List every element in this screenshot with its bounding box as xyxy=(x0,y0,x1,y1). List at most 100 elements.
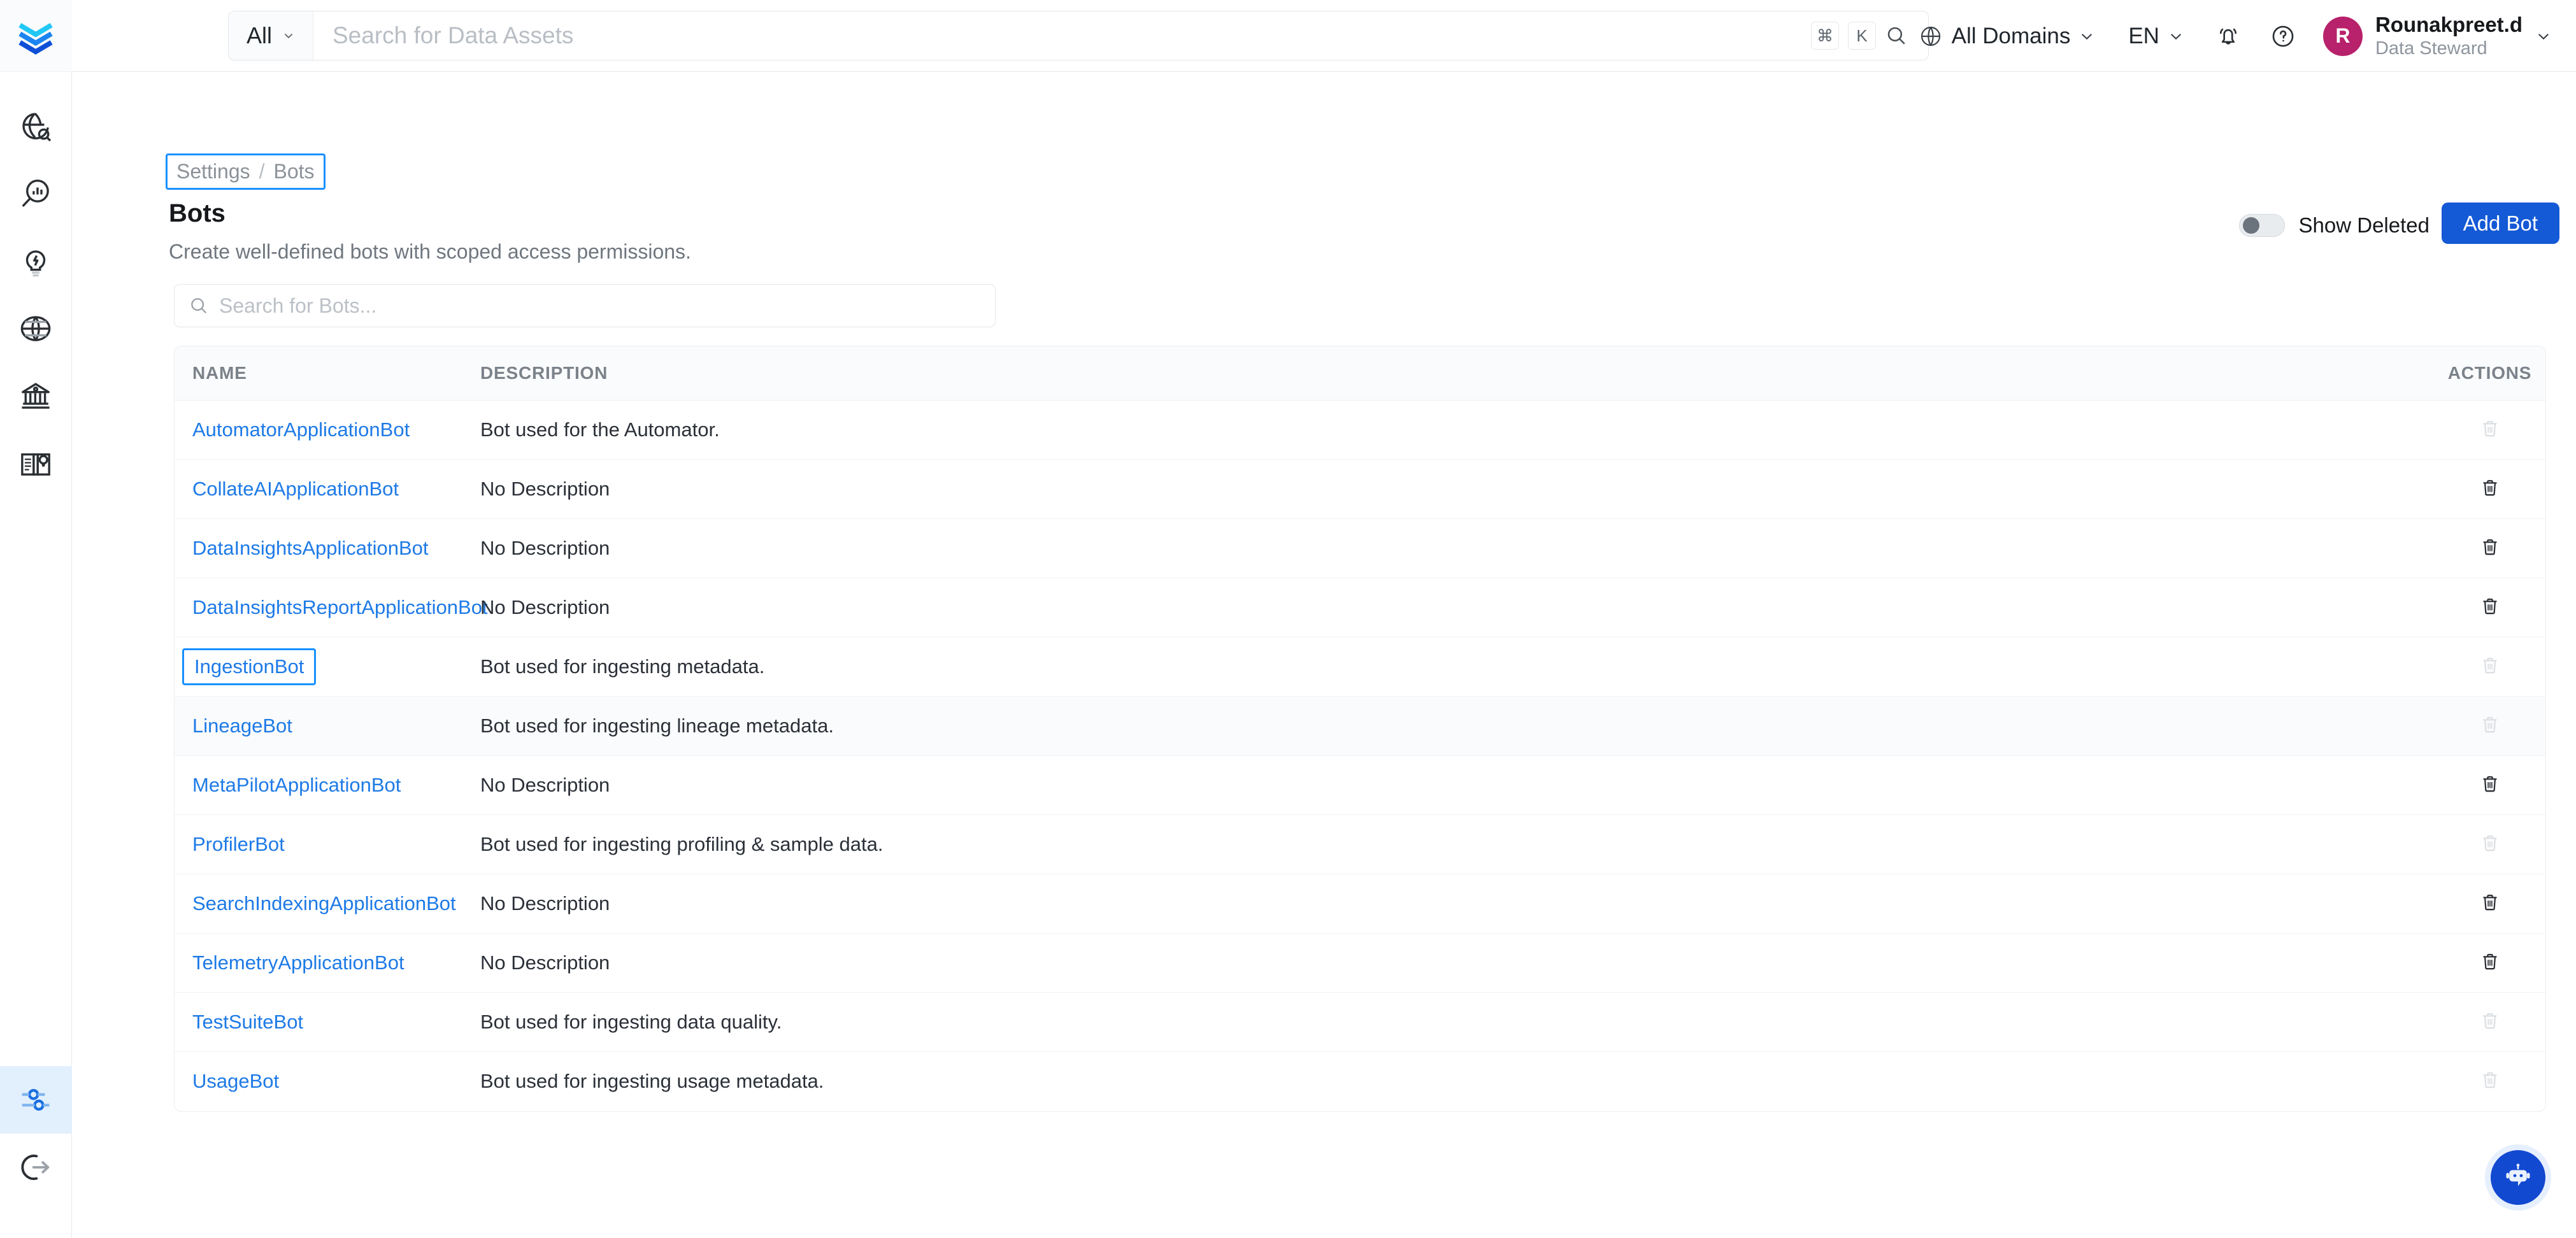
bot-name-link[interactable]: TelemetryApplicationBot xyxy=(192,951,404,974)
table-row[interactable]: LineageBot Bot used for ingesting lineage… xyxy=(175,697,2545,756)
bot-name-link[interactable]: SearchIndexingApplicationBot xyxy=(192,892,456,915)
cell-name: ProfilerBot xyxy=(175,815,480,874)
table-row[interactable]: DataInsightsApplicationBotNo Description xyxy=(175,519,2545,578)
cell-name: MetaPilotApplicationBot xyxy=(175,756,480,815)
cell-description: Bot used for ingesting lineage metadata. xyxy=(480,697,2434,756)
table-row[interactable]: DataInsightsReportApplicationBotNo Descr… xyxy=(175,578,2545,637)
chevron-down-icon xyxy=(2168,28,2184,45)
cell-name: CollateAIApplicationBot xyxy=(175,460,480,519)
table-row[interactable]: ProfilerBot Bot used for ingesting profil… xyxy=(175,815,2545,874)
show-deleted-toggle[interactable] xyxy=(2239,214,2285,237)
help-button[interactable] xyxy=(2256,0,2310,72)
language-selector[interactable]: EN xyxy=(2112,0,2201,72)
cell-description: No Description xyxy=(480,756,2434,815)
delete-bot-button xyxy=(2479,1010,2501,1032)
notifications-button[interactable] xyxy=(2201,0,2256,72)
chevron-down-icon xyxy=(282,29,295,42)
trash-icon xyxy=(2479,1069,2501,1091)
toggle-knob xyxy=(2243,217,2259,234)
cell-actions xyxy=(2434,993,2545,1052)
add-bot-button[interactable]: Add Bot xyxy=(2442,203,2559,244)
delete-bot-button[interactable] xyxy=(2479,773,2501,795)
cell-actions xyxy=(2434,519,2545,578)
cell-actions xyxy=(2434,578,2545,637)
bot-name-link[interactable]: UsageBot xyxy=(192,1070,279,1093)
sidebar-item-explore[interactable] xyxy=(0,92,72,160)
cell-actions xyxy=(2434,460,2545,519)
delete-bot-button xyxy=(2479,1069,2501,1091)
delete-bot-button[interactable] xyxy=(2479,892,2501,913)
left-sidebar xyxy=(0,0,72,1238)
bot-name-link[interactable]: DataInsightsReportApplicationBot xyxy=(192,596,488,619)
sidebar-item-glossary[interactable] xyxy=(0,430,72,497)
bell-icon xyxy=(2215,23,2242,50)
table-header-row: NAME DESCRIPTION ACTIONS xyxy=(175,346,2545,401)
magnifier-chart-icon xyxy=(18,176,53,211)
sidebar-item-insights[interactable] xyxy=(0,160,72,227)
app-root: All ⌘ K All Domains xyxy=(0,0,2576,1238)
bot-name-link[interactable]: DataInsightsApplicationBot xyxy=(192,537,429,560)
cell-name: UsageBot xyxy=(175,1052,480,1111)
app-logo[interactable] xyxy=(0,0,72,72)
delete-bot-button xyxy=(2479,418,2501,439)
bot-name-link[interactable]: CollateAIApplicationBot xyxy=(192,478,399,501)
domain-selector[interactable]: All Domains xyxy=(1901,0,2112,72)
question-circle-icon xyxy=(2270,23,2296,50)
bot-name-link[interactable]: MetaPilotApplicationBot xyxy=(192,774,401,797)
user-menu[interactable]: R Rounakpreet.d Data Steward xyxy=(2310,0,2559,72)
table-row[interactable]: SearchIndexingApplicationBotNo Descripti… xyxy=(175,874,2545,934)
cell-description: No Description xyxy=(480,578,2434,637)
bot-name-link[interactable]: ProfilerBot xyxy=(192,833,285,856)
cell-description: Bot used for ingesting data quality. xyxy=(480,993,2434,1052)
search-input[interactable] xyxy=(313,11,1811,60)
sidebar-item-logout[interactable] xyxy=(0,1134,72,1201)
page-subtitle: Create well-defined bots with scoped acc… xyxy=(169,240,691,264)
table-row[interactable]: AutomatorApplicationBotBot used for the … xyxy=(175,401,2545,460)
trash-icon xyxy=(2479,832,2501,854)
delete-bot-button[interactable] xyxy=(2479,595,2501,617)
breadcrumb-item-bots[interactable]: Bots xyxy=(274,160,315,183)
cell-actions xyxy=(2434,1052,2545,1111)
openmetadata-layers-logo-icon xyxy=(16,16,55,55)
search-scope-selector[interactable]: All xyxy=(229,11,313,60)
sidebar-item-quality[interactable] xyxy=(0,227,72,295)
column-header-description: DESCRIPTION xyxy=(480,346,2434,401)
cmd-key-badge: ⌘ xyxy=(1811,22,1839,50)
table-row[interactable]: TelemetryApplicationBotNo Description xyxy=(175,934,2545,993)
globe-icon xyxy=(1918,24,1943,49)
table-row[interactable]: TestSuiteBot Bot used for ingesting data … xyxy=(175,993,2545,1052)
cell-description: No Description xyxy=(480,460,2434,519)
delete-bot-button[interactable] xyxy=(2479,951,2501,972)
bank-icon xyxy=(18,379,53,413)
bot-name-link[interactable]: AutomatorApplicationBot xyxy=(192,418,410,441)
bots-search-input[interactable] xyxy=(219,294,981,318)
cell-actions xyxy=(2434,874,2545,934)
cell-actions xyxy=(2434,637,2545,697)
bot-name-link[interactable]: TestSuiteBot xyxy=(192,1011,303,1034)
k-key-badge: K xyxy=(1848,22,1876,50)
chat-assistant-button[interactable] xyxy=(2491,1150,2545,1205)
show-deleted-toggle-group: Show Deleted xyxy=(2239,213,2429,238)
breadcrumb-item-settings[interactable]: Settings xyxy=(176,160,250,183)
search-scope-label: All xyxy=(247,22,272,49)
top-header: All ⌘ K All Domains xyxy=(72,0,2576,72)
sidebar-item-domains[interactable] xyxy=(0,295,72,362)
lightbulb-icon xyxy=(18,244,53,278)
breadcrumb[interactable]: Settings / Bots xyxy=(166,153,326,190)
sidebar-item-govern[interactable] xyxy=(0,362,72,430)
delete-bot-button[interactable] xyxy=(2479,477,2501,499)
table-row[interactable]: MetaPilotApplicationBot No Description xyxy=(175,756,2545,815)
bot-name-link[interactable]: LineageBot xyxy=(192,715,292,737)
trash-icon xyxy=(2479,418,2501,439)
sidebar-item-settings[interactable] xyxy=(0,1066,72,1134)
table-head: NAME DESCRIPTION ACTIONS xyxy=(175,346,2545,401)
bot-name-link[interactable]: IngestionBot xyxy=(182,648,316,685)
table-row[interactable]: CollateAIApplicationBot No Description xyxy=(175,460,2545,519)
delete-bot-button[interactable] xyxy=(2479,536,2501,558)
trash-icon xyxy=(2479,714,2501,736)
table-row[interactable]: IngestionBotBot used for ingesting metad… xyxy=(175,637,2545,697)
header-actions: All Domains EN xyxy=(1901,0,2559,72)
trash-icon xyxy=(2479,773,2501,795)
cell-description: Bot used for ingesting profiling & sampl… xyxy=(480,815,2434,874)
table-row[interactable]: UsageBotBot used for ingesting usage met… xyxy=(175,1052,2545,1111)
